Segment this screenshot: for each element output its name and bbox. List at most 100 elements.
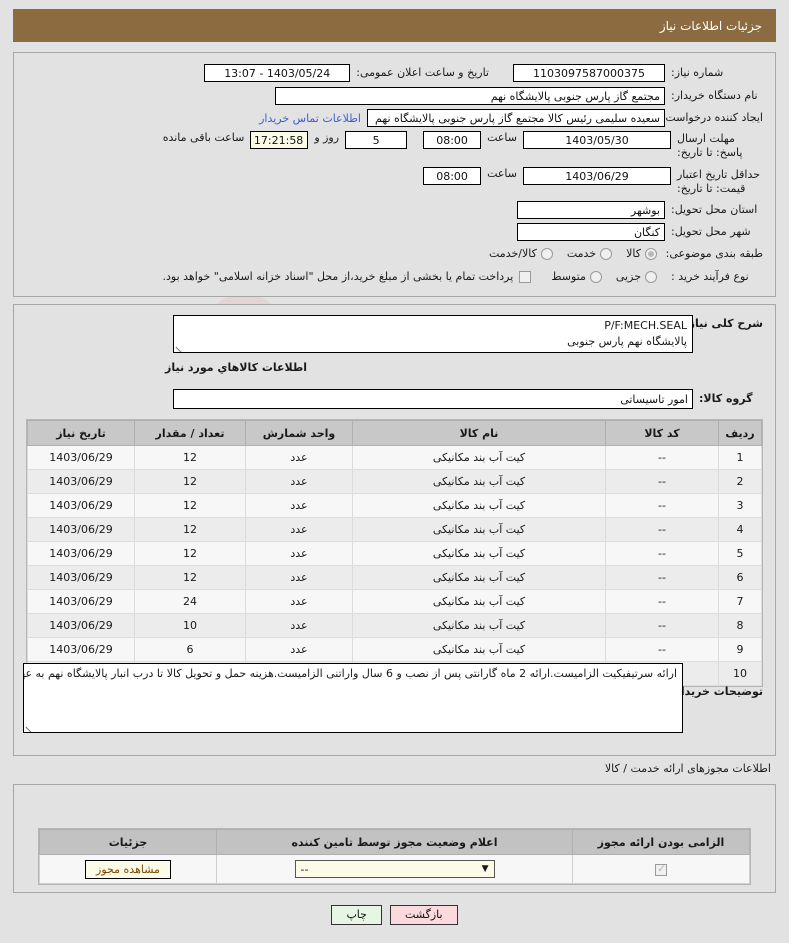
- province-value: بوشهر: [517, 201, 665, 219]
- permit-col-details: جزئیات: [39, 829, 217, 855]
- cell-radif: 4: [718, 517, 762, 542]
- col-header-radif: ردیف: [718, 420, 762, 446]
- classification-option-label-1: خدمت: [566, 247, 597, 261]
- buyer-org-field: نام دستگاه خریدار: مجتمع گاز پارس جنوبی …: [275, 87, 763, 105]
- col-header-code: کد کالا: [605, 420, 719, 446]
- treasury-checkbox-icon[interactable]: [519, 270, 532, 283]
- cell-radif: 6: [718, 565, 762, 590]
- cell-unit: عدد: [245, 469, 353, 494]
- cell-qty: 12: [134, 541, 246, 566]
- cell-date: 1403/06/29: [27, 493, 135, 518]
- cell-date: 1403/06/29: [27, 469, 135, 494]
- province-field: استان محل تحویل: بوشهر: [517, 201, 763, 219]
- cell-qty: 12: [134, 445, 246, 470]
- goods-info-panel: شرح کلی نیاز: P/F:MECH.SEAL پالایشگاه نه…: [13, 304, 776, 756]
- city-label: شهر محل تحویل:: [671, 225, 751, 239]
- goods-group-value: امور تاسیساتی: [173, 389, 693, 409]
- process-option-motavaset[interactable]: متوسط: [551, 270, 602, 283]
- footer-buttons: بازگشت چاپ: [0, 905, 789, 925]
- buyer-notes-text: ارائه سرتیفیکیت الزامیست.ارائه 2 ماه گار…: [24, 667, 677, 680]
- radio-khedmat-icon[interactable]: [600, 247, 613, 260]
- buyer-notes-label: توضیحات خریدار:: [670, 685, 763, 698]
- announce-datetime-value: 1403/05/24 - 13:07: [204, 64, 351, 82]
- need-summary-field: شرح کلی نیاز: P/F:MECH.SEAL پالایشگاه نه…: [173, 315, 763, 353]
- city-field: شهر محل تحویل: کنگان: [517, 223, 763, 241]
- resize-grip-icon[interactable]: [176, 342, 185, 351]
- cell-qty: 12: [134, 517, 246, 542]
- back-button[interactable]: بازگشت: [389, 905, 458, 925]
- chevron-down-icon: ▼: [481, 863, 489, 874]
- cell-name: کیت آب بند مکانیکی: [352, 613, 606, 638]
- permits-table-grid: الزامی بودن ارائه مجوز اعلام وضعیت مجوز …: [39, 829, 750, 884]
- need-number-value: 1103097587000375: [513, 64, 665, 82]
- city-value: کنگان: [517, 223, 665, 241]
- goods-table: ردیف کد کالا نام کالا واحد شمارش تعداد /…: [26, 419, 763, 687]
- permit-details-cell: مشاهده مجوز: [39, 854, 217, 884]
- cell-code: --: [605, 589, 719, 614]
- goods-section-title: اطلاعات کالاهاي مورد نیاز: [165, 361, 307, 374]
- buyer-contact-link[interactable]: اطلاعات تماس خریدار: [259, 112, 361, 125]
- province-label: استان محل تحویل:: [671, 203, 758, 217]
- need-summary-line-2: پالایشگاه نهم پارس جنوبی: [567, 334, 687, 348]
- cell-unit: عدد: [245, 445, 353, 470]
- remaining-days-value: 5: [345, 131, 408, 149]
- cell-name: کیت آب بند مکانیکی: [352, 517, 606, 542]
- view-permit-button[interactable]: مشاهده مجوز: [85, 859, 171, 879]
- radio-kala-icon[interactable]: [645, 247, 657, 260]
- goods-table-header-row: ردیف کد کالا نام کالا واحد شمارش تعداد /…: [27, 420, 762, 446]
- permit-required-cell: [572, 854, 750, 884]
- buyer-org-label: نام دستگاه خریدار:: [671, 89, 758, 103]
- classification-option-khedmat[interactable]: خدمت: [566, 247, 613, 261]
- deadline-hour-label: ساعت: [487, 131, 517, 144]
- cell-date: 1403/06/29: [27, 589, 135, 614]
- cell-code: --: [605, 613, 719, 638]
- col-header-qty: تعداد / مقدار: [134, 420, 246, 446]
- classification-field: طبقه بندی موضوعی: کالا خدمت کالا/خدمت: [489, 247, 763, 261]
- table-row: 7 -- کیت آب بند مکانیکی عدد 24 1403/06/29: [27, 589, 762, 614]
- cell-unit: عدد: [245, 517, 353, 542]
- goods-table-grid: ردیف کد کالا نام کالا واحد شمارش تعداد /…: [27, 420, 762, 686]
- cell-date: 1403/06/29: [27, 565, 135, 590]
- cell-name: کیت آب بند مکانیکی: [352, 469, 606, 494]
- process-type-label: نوع فرآیند خرید :: [671, 270, 749, 283]
- cell-name: کیت آب بند مکانیکی: [352, 445, 606, 470]
- permits-header-row: الزامی بودن ارائه مجوز اعلام وضعیت مجوز …: [39, 829, 750, 855]
- permits-section-title: اطلاعات مجوزهای ارائه خدمت / کالا: [604, 762, 771, 775]
- classification-option-kala-khedmat[interactable]: کالا/خدمت: [489, 247, 553, 260]
- cell-name: کیت آب بند مکانیکی: [352, 493, 606, 518]
- process-option-label-1: متوسط: [551, 270, 586, 284]
- goods-group-field: گروه کالا: امور تاسیساتی: [173, 389, 763, 409]
- cell-unit: عدد: [245, 541, 353, 566]
- cell-unit: عدد: [245, 565, 353, 590]
- need-number-field: شماره نیاز: 1103097587000375: [513, 64, 763, 82]
- cell-radif: 7: [718, 589, 762, 614]
- cell-unit: عدد: [245, 493, 353, 518]
- table-row: 3 -- کیت آب بند مکانیکی عدد 12 1403/06/29: [27, 493, 762, 518]
- col-header-date: تاریخ نیاز: [27, 420, 135, 446]
- price-validity-hour-label: ساعت: [487, 167, 517, 180]
- radio-motavaset-icon[interactable]: [589, 270, 602, 283]
- page-header: جزئیات اطلاعات نیاز: [13, 9, 776, 42]
- cell-code: --: [605, 493, 719, 518]
- cell-date: 1403/06/29: [27, 445, 135, 470]
- price-validity-date-value: 1403/06/29: [523, 167, 671, 185]
- permit-status-cell: ▼ --: [216, 854, 573, 884]
- cell-date: 1403/06/29: [27, 517, 135, 542]
- process-option-jozei[interactable]: جزیی: [616, 270, 657, 283]
- classification-option-kala[interactable]: کالا: [626, 247, 657, 260]
- cell-radif: 2: [718, 469, 762, 494]
- notes-resize-grip-icon[interactable]: [26, 722, 35, 731]
- cell-date: 1403/06/29: [27, 637, 135, 662]
- table-row: 8 -- کیت آب بند مکانیکی عدد 10 1403/06/29: [27, 613, 762, 638]
- goods-group-label: گروه کالا:: [699, 392, 753, 406]
- radio-kala-khedmat-icon[interactable]: [540, 247, 553, 260]
- deadline-time-value: 08:00: [423, 131, 482, 149]
- treasury-bond-option[interactable]: پرداخت تمام یا بخشی از مبلغ خرید،از محل …: [163, 270, 532, 283]
- cell-qty: 10: [134, 613, 246, 638]
- cell-code: --: [605, 445, 719, 470]
- permit-status-select[interactable]: ▼ --: [294, 860, 495, 878]
- radio-jozei-icon[interactable]: [645, 270, 657, 283]
- cell-name: کیت آب بند مکانیکی: [352, 589, 606, 614]
- print-button[interactable]: چاپ: [331, 905, 382, 925]
- permit-col-status: اعلام وضعیت مجوز توسط تامین کننده: [216, 829, 573, 855]
